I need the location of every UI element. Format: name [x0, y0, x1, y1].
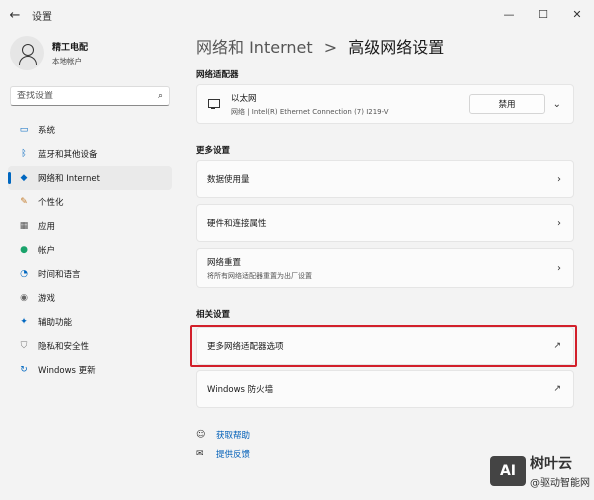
- sidebar-nav: ▭ 系统 ᛒ 蓝牙和其他设备 ◆ 网络和 Internet ✎ 个性化 ▦ 应用 ● 帐户 ◔ 时间和语言…: [8, 118, 172, 382]
- highlight-box: [190, 325, 577, 367]
- window-title: 设置: [32, 11, 52, 23]
- setting-title: 网络重置: [207, 257, 242, 268]
- sidebar-item[interactable]: ✎ 个性化: [8, 190, 172, 214]
- sidebar-item-label: 系统: [38, 126, 56, 136]
- gamepad-icon: ◉: [20, 293, 28, 303]
- sidebar-item[interactable]: ↻ Windows 更新: [8, 358, 172, 382]
- back-button[interactable]: ←: [0, 0, 30, 30]
- sidebar-item-label: 蓝牙和其他设备: [38, 150, 98, 160]
- sidebar-item[interactable]: ◉ 游戏: [8, 286, 172, 310]
- adapter-description: 网络 | Intel(R) Ethernet Connection (7) I2…: [231, 107, 389, 116]
- get-help-label: 获取帮助: [216, 431, 251, 441]
- disable-adapter-button[interactable]: 禁用: [469, 94, 545, 114]
- search-input[interactable]: [17, 91, 158, 101]
- accessibility-icon: ✦: [20, 317, 28, 327]
- bluetooth-icon: ᛒ: [21, 149, 27, 159]
- sidebar-item[interactable]: ⛉ 隐私和安全性: [8, 334, 172, 358]
- profile-account-type: 本地帐户: [52, 56, 82, 66]
- sidebar-item[interactable]: ● 帐户: [8, 238, 172, 262]
- wifi-icon: ◆: [20, 173, 28, 183]
- search-icon[interactable]: ⌕: [158, 91, 163, 101]
- search-box: ⌕: [10, 86, 170, 106]
- sidebar-item-label: 隐私和安全性: [38, 342, 90, 352]
- get-help-link[interactable]: ☺ 获取帮助: [196, 429, 250, 441]
- avatar: [10, 36, 44, 70]
- section-more-settings: 更多设置: [196, 146, 231, 156]
- sidebar-item-label: 网络和 Internet: [38, 174, 100, 184]
- close-button[interactable]: ✕: [560, 0, 594, 28]
- sidebar-item-label: Windows 更新: [38, 366, 96, 376]
- sidebar-item[interactable]: ✦ 辅助功能: [8, 310, 172, 334]
- person-icon: ●: [20, 245, 28, 255]
- sidebar-item-label: 应用: [38, 222, 56, 232]
- brush-icon: ✎: [20, 197, 28, 207]
- chevron-down-icon[interactable]: ⌄: [553, 99, 561, 110]
- shield-icon: ⛉: [20, 341, 28, 351]
- sidebar: 精工电配 本地帐户 ⌕ ▭ 系统 ᛒ 蓝牙和其他设备 ◆ 网络和 Internet ✎ 个性化…: [0, 30, 182, 500]
- feedback-label: 提供反馈: [216, 450, 251, 460]
- sidebar-item[interactable]: ◆ 网络和 Internet: [8, 166, 172, 190]
- ethernet-adapter-icon: [207, 98, 221, 110]
- setting-windows-firewall[interactable]: Windows 防火墙 ↗: [196, 370, 574, 408]
- page-title: 高级网络设置: [348, 38, 445, 57]
- section-related-settings: 相关设置: [196, 310, 231, 320]
- setting-subtitle: 将所有网络适配器重置为出厂设置: [207, 271, 312, 280]
- update-icon: ↻: [20, 365, 28, 375]
- sidebar-item[interactable]: ᛒ 蓝牙和其他设备: [8, 142, 172, 166]
- sidebar-item[interactable]: ◔ 时间和语言: [8, 262, 172, 286]
- help-icon: ☺: [196, 430, 206, 440]
- feedback-link[interactable]: ✉ 提供反馈: [196, 448, 250, 460]
- chevron-right-icon: ›: [557, 217, 561, 229]
- setting-network-reset[interactable]: 网络重置 将所有网络适配器重置为出厂设置 ›: [196, 248, 574, 288]
- chevron-right-icon: ›: [557, 262, 561, 274]
- setting-title: 硬件和连接属性: [207, 219, 267, 229]
- setting-hardware-properties[interactable]: 硬件和连接属性 ›: [196, 204, 574, 242]
- external-link-icon: ↗: [553, 384, 561, 394]
- globe-clock-icon: ◔: [20, 269, 28, 279]
- window-controls: — ☐ ✕: [492, 0, 594, 28]
- minimize-button[interactable]: —: [492, 0, 526, 28]
- setting-data-usage[interactable]: 数据使用量 ›: [196, 160, 574, 198]
- chevron-right-icon: ›: [557, 173, 561, 185]
- breadcrumb-separator: >: [323, 38, 338, 57]
- watermark-logo: AI: [490, 456, 526, 486]
- user-profile[interactable]: 精工电配 本地帐户: [10, 36, 88, 70]
- adapter-name: 以太网: [231, 93, 257, 104]
- section-network-adapters: 网络适配器: [196, 70, 239, 80]
- sidebar-item-label: 个性化: [38, 198, 64, 208]
- setting-title: Windows 防火墙: [207, 385, 274, 395]
- adapter-card-ethernet[interactable]: 以太网 网络 | Intel(R) Ethernet Connection (7…: [196, 84, 574, 124]
- sidebar-item-label: 辅助功能: [38, 318, 73, 328]
- sidebar-item[interactable]: ▭ 系统: [8, 118, 172, 142]
- breadcrumb-parent[interactable]: 网络和 Internet: [196, 38, 313, 57]
- sidebar-item[interactable]: ▦ 应用: [8, 214, 172, 238]
- profile-name: 精工电配: [52, 42, 89, 53]
- maximize-button[interactable]: ☐: [526, 0, 560, 28]
- sidebar-item-label: 时间和语言: [38, 270, 81, 280]
- watermark: AI 树叶云 @驱动智能网: [490, 453, 590, 489]
- watermark-brand: 树叶云: [530, 456, 572, 472]
- monitor-icon: ▭: [19, 125, 29, 135]
- back-arrow-icon: ←: [9, 7, 21, 23]
- sidebar-item-label: 帐户: [38, 246, 56, 256]
- setting-title: 数据使用量: [207, 175, 250, 185]
- breadcrumb: 网络和 Internet > 高级网络设置: [196, 34, 444, 58]
- title-bar: ← 设置 — ☐ ✕: [0, 0, 594, 30]
- watermark-sub: @驱动智能网: [530, 478, 590, 489]
- apps-icon: ▦: [19, 221, 29, 231]
- feedback-icon: ✉: [196, 449, 204, 459]
- sidebar-item-label: 游戏: [38, 294, 56, 304]
